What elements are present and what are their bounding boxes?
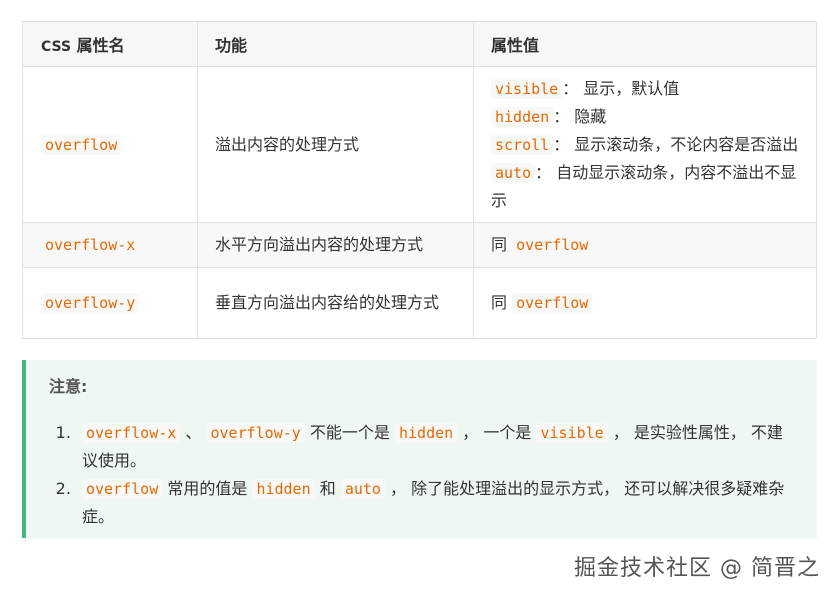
value-text: ： 自动显示滚动条，内容不溢出不显示	[491, 162, 797, 210]
value-line: auto： 自动显示滚动条，内容不溢出不显示	[491, 159, 799, 215]
value-code: visible	[491, 78, 563, 99]
note-title: 注意:	[49, 377, 88, 396]
same-as-text: 同	[491, 293, 513, 312]
inline-code: overflow-y	[206, 423, 305, 443]
css-overflow-table: CSS 属性名 功能 属性值 overflow 溢出内容的处理方式 visibl…	[22, 21, 817, 339]
inline-code: visible	[536, 423, 608, 443]
inline-code: overflow-x	[82, 423, 181, 443]
property-name-cell: overflow-x	[22, 222, 198, 268]
property-desc-cell: 水平方向溢出内容的处理方式	[197, 222, 474, 268]
header-function: 功能	[197, 21, 474, 67]
value-code: overflow	[512, 293, 593, 313]
header-property-name: CSS 属性名	[22, 21, 198, 67]
watermark: 掘金技术社区 @ 简晋之	[574, 556, 820, 581]
value-code: auto	[491, 162, 536, 183]
property-code: overflow-x	[41, 235, 140, 255]
value-text: ： 显示，默认值	[562, 78, 680, 98]
inline-code: hidden	[252, 479, 315, 499]
value-code: overflow	[512, 235, 593, 255]
property-values-cell: 同 overflow	[473, 267, 817, 339]
property-name-cell: overflow-y	[22, 267, 198, 339]
property-values-cell: visible： 显示，默认值 hidden： 隐藏 scroll： 显示滚动条…	[473, 66, 817, 223]
inline-code: auto	[340, 479, 385, 499]
table-row: overflow 溢出内容的处理方式 visible： 显示，默认值 hidde…	[22, 66, 817, 223]
table-row: overflow-x 水平方向溢出内容的处理方式 同 overflow	[22, 222, 817, 268]
table-row: overflow-y 垂直方向溢出内容给的处理方式 同 overflow	[22, 267, 817, 339]
value-line: visible： 显示，默认值	[491, 75, 799, 103]
inline-code: hidden	[395, 423, 458, 443]
value-text: ： 隐藏	[553, 106, 607, 126]
note-list: overflow-x 、 overflow-y 不能一个是 hidden ， 一…	[49, 419, 817, 531]
same-as-text: 同	[491, 235, 513, 254]
property-code: overflow	[41, 134, 122, 155]
property-code: overflow-y	[41, 293, 140, 313]
property-desc-cell: 溢出内容的处理方式	[197, 66, 474, 223]
property-desc-cell: 垂直方向溢出内容给的处理方式	[197, 267, 474, 339]
value-code: hidden	[491, 106, 554, 127]
note-list-item: overflow 常用的值是 hidden 和 auto ， 除了能处理溢出的显…	[76, 475, 817, 531]
note-callout: 注意: overflow-x 、 overflow-y 不能一个是 hidden…	[22, 360, 817, 538]
value-line: scroll： 显示滚动条，不论内容是否溢出	[491, 131, 799, 159]
inline-code: overflow	[82, 479, 163, 499]
property-values-cell: 同 overflow	[473, 222, 817, 268]
header-property-value: 属性值	[473, 21, 817, 67]
value-line: hidden： 隐藏	[491, 103, 799, 131]
value-code: scroll	[491, 134, 554, 155]
note-list-item: overflow-x 、 overflow-y 不能一个是 hidden ， 一…	[76, 419, 817, 475]
table-header-row: CSS 属性名 功能 属性值	[22, 21, 817, 67]
value-text: ： 显示滚动条，不论内容是否溢出	[553, 134, 799, 154]
property-name-cell: overflow	[22, 66, 198, 223]
